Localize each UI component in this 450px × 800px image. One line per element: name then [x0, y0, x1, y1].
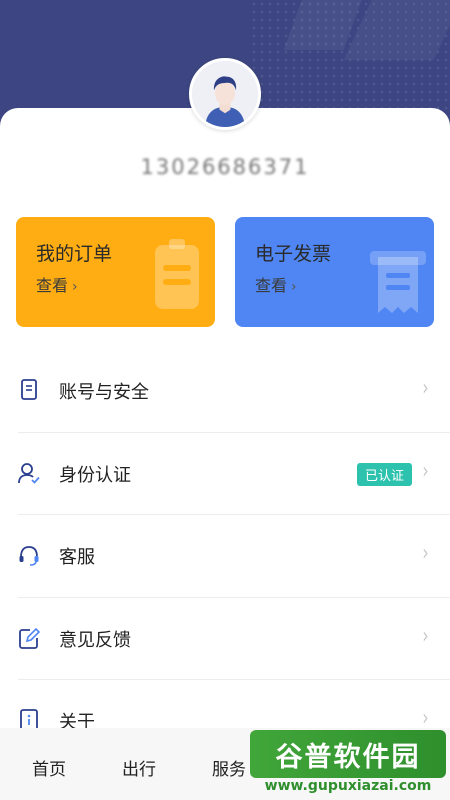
- user-avatar-icon: [192, 61, 258, 127]
- menu-label: 客服: [59, 547, 95, 568]
- chevron-right-icon: ›: [291, 279, 297, 295]
- watermark-logo: 谷普软件园 www.gupuxiazai.com: [250, 728, 450, 800]
- my-orders-view-link[interactable]: 查看 ›: [36, 272, 78, 296]
- avatar[interactable]: [189, 58, 261, 130]
- menu-item-account-security[interactable]: 账号与安全 ›: [18, 350, 450, 433]
- tab-home[interactable]: 首页: [32, 755, 66, 780]
- tab-travel[interactable]: 出行: [122, 755, 156, 780]
- menu-label: 意见反馈: [59, 629, 131, 651]
- e-invoice-view-label: 查看: [255, 276, 288, 295]
- menu-item-identity-verification[interactable]: 身份认证 已认证 ›: [18, 433, 450, 515]
- chevron-right-icon: ›: [72, 279, 78, 295]
- verified-badge: 已认证: [356, 462, 412, 486]
- chevron-right-icon: ›: [422, 541, 429, 566]
- chevron-right-icon: ›: [422, 376, 429, 401]
- document-icon: [21, 379, 37, 400]
- edit-icon: [19, 627, 40, 649]
- chevron-right-icon: ›: [422, 458, 429, 484]
- e-invoice-view-link[interactable]: 查看 ›: [255, 272, 297, 296]
- clipboard-icon: [155, 239, 199, 309]
- chevron-right-icon: ›: [422, 623, 429, 649]
- menu-item-customer-service[interactable]: 客服 ›: [18, 515, 450, 598]
- e-invoice-tile[interactable]: 电子发票 查看 ›: [235, 217, 434, 327]
- user-check-icon: [18, 462, 40, 484]
- phone-number: 13026686371: [140, 155, 310, 179]
- menu-label: 账号与安全: [59, 382, 149, 403]
- tab-services[interactable]: 服务: [212, 755, 246, 780]
- headset-icon: [19, 546, 39, 566]
- watermark-url: www.gupuxiazai.com: [264, 778, 432, 794]
- settings-menu: 账号与安全 › 身份认证 已认证 › 客服 › 意见反馈 › 关于 ›: [18, 350, 450, 763]
- receipt-icon: [370, 251, 426, 313]
- menu-item-feedback[interactable]: 意见反馈 ›: [18, 598, 450, 680]
- menu-label: 身份认证: [59, 464, 131, 486]
- e-invoice-title: 电子发票: [255, 243, 332, 265]
- watermark-brand: 谷普软件园: [275, 742, 421, 773]
- my-orders-tile[interactable]: 我的订单 查看 ›: [16, 217, 215, 327]
- my-orders-view-label: 查看: [36, 276, 69, 295]
- my-orders-title: 我的订单: [36, 243, 113, 265]
